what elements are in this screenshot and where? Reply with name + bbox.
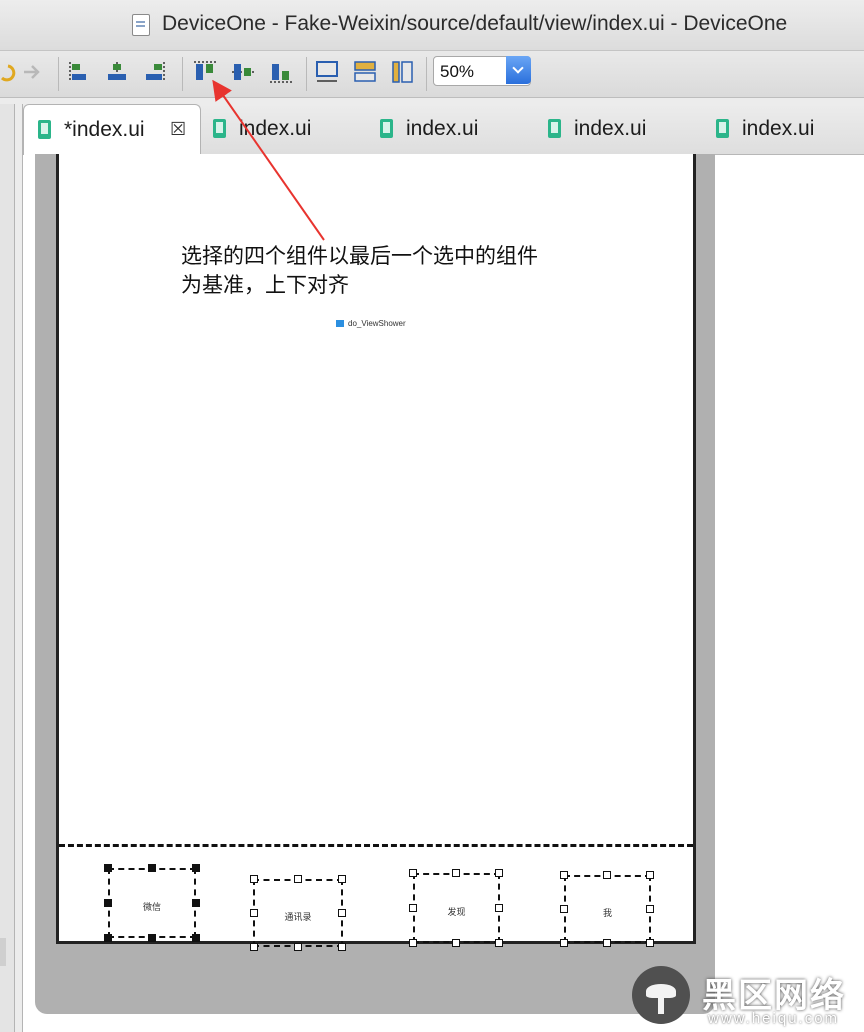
annotation-arrow-icon: [212, 79, 325, 241]
mushroom-logo-icon: [632, 966, 690, 1024]
watermark-url: www.heiqu.com: [708, 1010, 840, 1027]
watermark: 黑区网络 www.heiqu.com: [632, 966, 864, 1032]
